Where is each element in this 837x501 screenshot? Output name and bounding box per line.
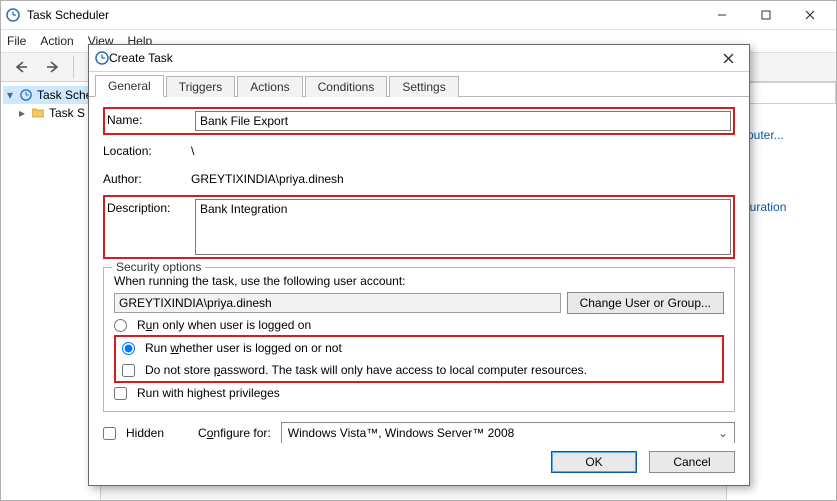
chevron-down-icon: ▾ (5, 88, 15, 102)
no-store-password-label: Do not store password. The task will onl… (145, 363, 587, 377)
dialog-close-button[interactable] (713, 48, 743, 68)
run-only-logged-on-radio[interactable]: Run only when user is logged on (114, 318, 724, 332)
hidden-check[interactable]: Hidden (103, 426, 164, 440)
description-label: Description: (107, 199, 189, 215)
back-button[interactable] (7, 55, 35, 79)
tree-root-label: Task Sche (37, 88, 92, 102)
toolbar-separator (73, 55, 76, 79)
dialog-title: Create Task (109, 51, 713, 65)
clock-icon (5, 7, 21, 23)
no-store-password-check[interactable]: Do not store password. The task will onl… (122, 363, 587, 377)
titlebar: Task Scheduler (1, 1, 836, 30)
tab-triggers[interactable]: Triggers (166, 76, 236, 97)
security-options-group: Security options When running the task, … (103, 267, 735, 412)
no-store-password-input[interactable] (122, 364, 135, 377)
close-button[interactable] (788, 3, 832, 27)
run-whether-label: Run whether user is logged on or not (145, 341, 342, 355)
menu-action[interactable]: Action (40, 34, 73, 48)
hidden-input[interactable] (103, 427, 116, 440)
dialog-footer: OK Cancel (89, 443, 749, 485)
run-whether-radio[interactable]: Run whether user is logged on or not (122, 341, 342, 355)
app-title: Task Scheduler (27, 8, 700, 22)
highlight-run-whether: Run whether user is logged on or not Do … (114, 335, 724, 383)
forward-button[interactable] (39, 55, 67, 79)
chevron-right-icon: ▸ (17, 106, 27, 120)
location-value: \ (191, 144, 194, 158)
tree-pane: ▾ Task Sche ▸ Task S (1, 82, 101, 500)
menu-file[interactable]: File (7, 34, 26, 48)
account-row: GREYTIXINDIA\priya.dinesh Change User or… (114, 292, 724, 314)
maximize-button[interactable] (744, 3, 788, 27)
highest-privileges-label: Run with highest privileges (137, 386, 280, 400)
cancel-button[interactable]: Cancel (649, 451, 735, 473)
highlight-name: Name: (103, 107, 735, 135)
location-row: Location: \ (103, 139, 735, 163)
highlight-description: Description: Bank Integration (103, 195, 735, 259)
author-row: Author: GREYTIXINDIA\priya.dinesh (103, 167, 735, 191)
run-only-logged-on-input[interactable] (114, 319, 127, 332)
name-input[interactable] (195, 111, 731, 131)
create-task-dialog: Create Task General Triggers Actions Con… (88, 44, 750, 486)
tab-strip: General Triggers Actions Conditions Sett… (89, 72, 749, 97)
tab-actions[interactable]: Actions (237, 76, 302, 97)
description-input[interactable]: Bank Integration (195, 199, 731, 255)
configure-for-value: Windows Vista™, Windows Server™ 2008 (288, 426, 515, 440)
location-label: Location: (103, 144, 185, 158)
account-display: GREYTIXINDIA\priya.dinesh (114, 293, 561, 313)
configure-for-select[interactable]: Windows Vista™, Windows Server™ 2008 ⌄ (281, 422, 735, 443)
tree-root-item[interactable]: ▾ Task Sche (3, 86, 98, 104)
minimize-button[interactable] (700, 3, 744, 27)
account-value: GREYTIXINDIA\priya.dinesh (119, 296, 272, 310)
folder-icon (31, 106, 45, 120)
dialog-titlebar: Create Task (89, 45, 749, 72)
chevron-down-icon: ⌄ (718, 426, 728, 440)
clock-icon (95, 51, 109, 65)
tab-general[interactable]: General (95, 75, 164, 97)
tab-conditions[interactable]: Conditions (305, 76, 388, 97)
window-buttons (700, 3, 832, 27)
tree-child-item[interactable]: ▸ Task S (3, 104, 98, 122)
name-label: Name: (107, 111, 189, 127)
tree-child-label: Task S (49, 106, 85, 120)
hidden-label: Hidden (126, 426, 164, 440)
run-whether-input[interactable] (122, 342, 135, 355)
security-caption: When running the task, use the following… (114, 274, 724, 288)
configure-for-label: Configure for: (198, 426, 271, 440)
ok-button[interactable]: OK (551, 451, 637, 473)
author-label: Author: (103, 172, 185, 186)
bottom-row: Hidden Configure for: Windows Vista™, Wi… (103, 422, 735, 443)
clock-icon (19, 88, 33, 102)
tab-settings[interactable]: Settings (389, 76, 458, 97)
run-only-logged-on-label: Run only when user is logged on (137, 318, 311, 332)
author-value: GREYTIXINDIA\priya.dinesh (191, 172, 344, 186)
dialog-body: Name: Location: \ Author: GREYTIXINDIA\p… (89, 97, 749, 443)
highest-privileges-check[interactable]: Run with highest privileges (114, 386, 724, 400)
security-options-legend: Security options (112, 260, 205, 274)
highest-privileges-input[interactable] (114, 387, 127, 400)
change-user-button[interactable]: Change User or Group... (567, 292, 724, 314)
